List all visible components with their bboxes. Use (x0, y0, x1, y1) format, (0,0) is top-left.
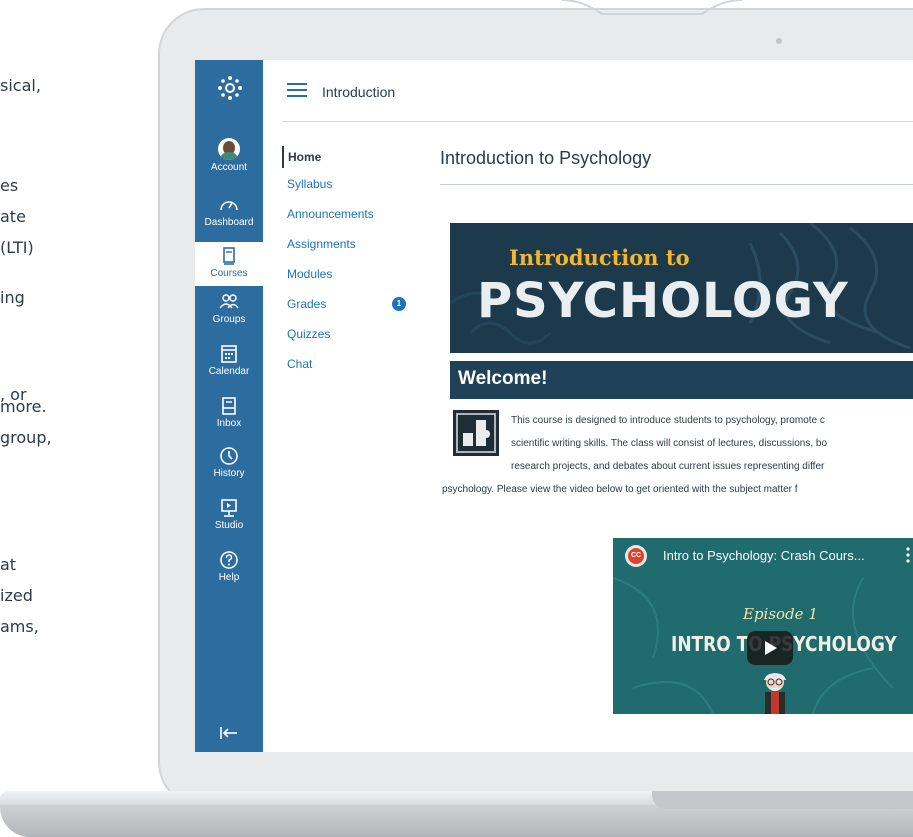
intro-paragraph-line: psychology. Please view the video below … (442, 484, 798, 495)
bg-text-line: ate (0, 207, 26, 226)
global-nav-label: Studio (214, 520, 244, 531)
global-nav-label: Courses (210, 268, 248, 279)
intro-paragraph-line: research projects, and debates about cur… (511, 461, 825, 472)
global-nav-label: Help (218, 572, 240, 583)
global-nav-groups[interactable]: Groups (195, 292, 263, 334)
laptop-base (0, 791, 913, 837)
global-nav-studio[interactable]: Studio (195, 498, 263, 540)
global-nav-account[interactable]: Account (195, 138, 263, 180)
presenter-illustration (764, 673, 786, 714)
global-nav-inbox[interactable]: Inbox (195, 396, 263, 438)
channel-logo-icon[interactable]: CC (625, 545, 647, 567)
avatar (218, 138, 240, 160)
grades-badge: 1 (392, 297, 406, 311)
webcam (776, 38, 782, 44)
intro-paragraph-line: This course is designed to introduce stu… (511, 415, 825, 426)
video-episode: Episode 1 (743, 605, 818, 623)
history-icon (220, 447, 238, 465)
bg-text-line: ized (0, 586, 33, 605)
global-nav-label: Inbox (216, 418, 242, 429)
course-nav-chat[interactable]: Chat (282, 356, 422, 386)
bg-text-line: at (0, 555, 17, 574)
inbox-icon (222, 397, 236, 415)
lid-notch (562, 0, 742, 18)
menu-hamburger-icon[interactable] (287, 83, 307, 99)
play-icon (765, 641, 777, 655)
header-divider (282, 121, 913, 122)
course-nav-quizzes[interactable]: Quizzes (282, 326, 422, 356)
global-nav-label: History (213, 468, 245, 479)
global-nav-courses[interactable]: Courses (195, 242, 263, 286)
welcome-heading: Welcome! (450, 361, 913, 399)
global-nav-label: Account (210, 162, 248, 173)
banner-title: PSYCHOLOGY (477, 273, 849, 329)
bg-text-line: (LTI) (0, 238, 34, 257)
bg-text-line: more. (0, 397, 47, 416)
help-icon (220, 551, 238, 569)
bg-text-line: ing (0, 288, 25, 307)
course-banner: Introduction to PSYCHOLOGY (450, 223, 913, 353)
banner-subtitle: Introduction to (509, 245, 690, 270)
course-nav-grades[interactable]: Grades 1 (282, 296, 422, 326)
courses-icon (223, 247, 235, 265)
collapse-nav-icon[interactable] (217, 725, 241, 741)
global-nav-label: Groups (212, 314, 246, 325)
course-nav-assignments[interactable]: Assignments (282, 236, 422, 266)
course-nav-announcements[interactable]: Announcements (282, 206, 422, 236)
more-options-icon[interactable] (905, 546, 911, 564)
screen: Account Dashboard Courses Groups Calenda… (195, 60, 913, 752)
canvas-logo-icon[interactable] (217, 75, 243, 101)
video-embed[interactable]: CC Intro to Psychology: Crash Cours... E… (613, 538, 913, 714)
dashboard-icon (220, 201, 238, 211)
global-nav-label: Calendar (208, 366, 250, 377)
groups-icon (219, 294, 239, 309)
play-button[interactable] (747, 631, 793, 665)
course-nav: Home Syllabus Announcements Assignments … (282, 146, 422, 386)
course-nav-home[interactable]: Home (282, 146, 422, 168)
bg-text-line: sical, (0, 76, 41, 95)
breadcrumb[interactable]: Introduction (322, 84, 395, 100)
global-nav-calendar[interactable]: Calendar (195, 344, 263, 386)
course-nav-label: Grades (287, 297, 327, 311)
bg-text-line: group, (0, 428, 52, 447)
video-title[interactable]: Intro to Psychology: Crash Cours... (663, 548, 865, 563)
puzzle-icon (453, 410, 499, 456)
page-title: Introduction to Psychology (440, 148, 652, 168)
course-nav-modules[interactable]: Modules (282, 266, 422, 296)
bg-text-line: ams, (0, 617, 39, 636)
bg-text-line: es (0, 176, 19, 195)
global-nav: Account Dashboard Courses Groups Calenda… (195, 60, 263, 752)
global-nav-history[interactable]: History (195, 446, 263, 488)
studio-icon (221, 499, 237, 517)
global-nav-label: Dashboard (204, 217, 254, 228)
calendar-icon (221, 345, 237, 363)
course-nav-syllabus[interactable]: Syllabus (282, 176, 422, 206)
title-divider (440, 184, 913, 185)
intro-paragraph-line: scientific writing skills. The class wil… (511, 438, 828, 449)
welcome-text: Welcome! (458, 368, 548, 389)
global-nav-dashboard[interactable]: Dashboard (195, 195, 263, 237)
global-nav-help[interactable]: Help (195, 550, 263, 592)
